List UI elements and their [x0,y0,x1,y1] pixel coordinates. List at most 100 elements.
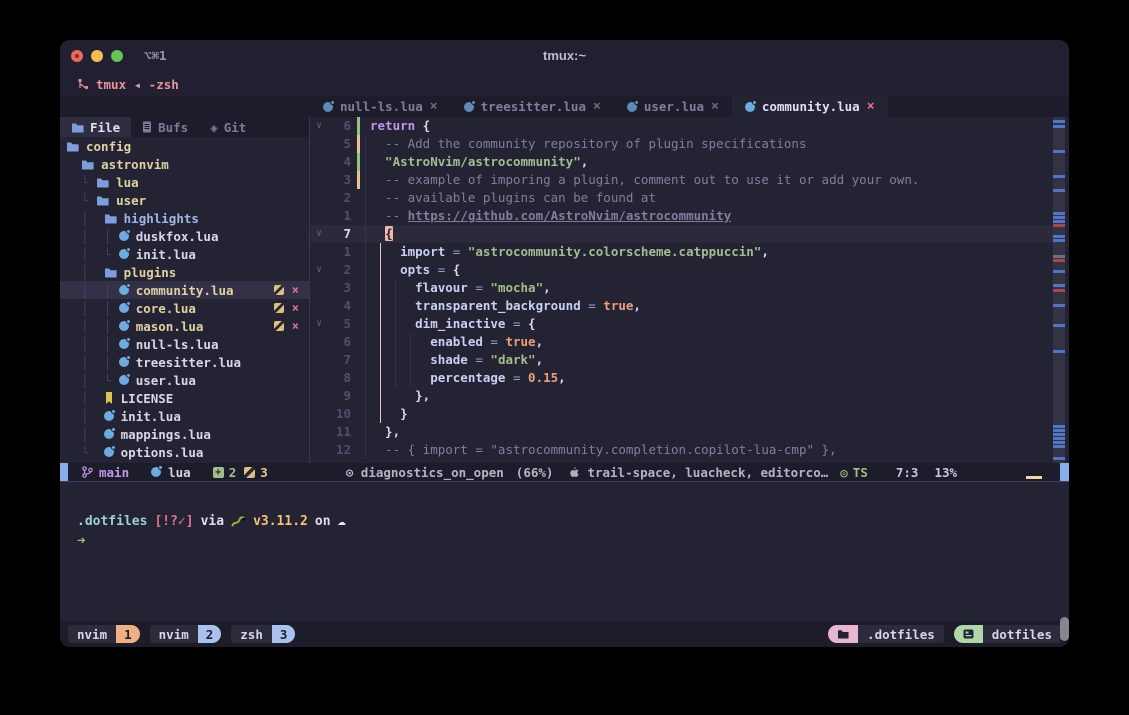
git-sign [357,369,360,387]
code-line[interactable]: 4 "AstroNvim/astrocommunity", [311,153,1053,171]
code-line[interactable]: 4 transparent_background = true, [311,297,1053,315]
buffer-tab-null-ls.lua[interactable]: null-ls.lua× [310,96,451,117]
code-token: enabled [370,334,483,349]
tree-item-label: lua [116,175,139,190]
tree-item-init.lua[interactable]: │ init.lua [60,407,309,425]
git-sign [357,171,360,189]
code-line[interactable]: 12 -- { import = "astrocommunity.complet… [311,441,1053,459]
tree-item-label: init.lua [136,247,196,262]
code-token: "astrocommunity.colorscheme.catppuccin" [468,244,762,259]
tree-item-config[interactable]: config [60,137,309,155]
code-line[interactable]: 1 import = "astrocommunity.colorscheme.c… [311,243,1053,261]
code-line[interactable]: 5 -- Add the community repository of plu… [311,135,1053,153]
fold-marker[interactable]: ∨ [311,117,327,135]
close-icon[interactable]: × [711,99,719,114]
tmux-status-label: .dotfiles [858,625,944,643]
code-token: = [430,262,453,277]
fold-marker[interactable]: ∨ [311,225,327,243]
scrollbar-mark [1053,239,1065,242]
tree-item-treesitter.lua[interactable]: │ │ treesitter.lua [60,353,309,371]
sidebar-tab-label: Git [224,120,247,135]
fold-marker[interactable]: ∨ [311,261,327,279]
buffer-tab-treesitter.lua[interactable]: treesitter.lua× [451,96,614,117]
code-line[interactable]: 3 -- example of imporing a plugin, comme… [311,171,1053,189]
tree-item-mason.lua[interactable]: │ │ mason.lua× [60,317,309,335]
tree-item-mappings.lua[interactable]: │ mappings.lua [60,425,309,443]
close-icon[interactable]: × [292,285,299,295]
code-line[interactable]: 3 flavour = "mocha", [311,279,1053,297]
code-line[interactable]: 11 }, [311,423,1053,441]
code-line[interactable]: ∨6return { [311,117,1053,135]
lua-icon [745,102,755,112]
tmux-status-label: dotfiles [983,625,1061,643]
code-token: "dark" [490,352,535,367]
code-line[interactable]: 10 } [311,405,1053,423]
git-branch-icon [82,466,93,478]
line-number: 6 [327,333,351,351]
lua-icon [627,102,637,112]
git-sign [357,261,360,279]
shell-pane[interactable]: .dotfiles [!?✓] via v3.11.2 on ☁ ➜ [60,482,1069,621]
tree-item-astronvim[interactable]: astronvim [60,155,309,173]
line-number: 12 [327,441,351,459]
tree-item-highlights[interactable]: │ highlights [60,209,309,227]
buffer-tab-community.lua[interactable]: community.lua× [732,96,888,117]
macos-scrollbar-thumb[interactable] [1060,617,1069,641]
modified-badge-icon [274,321,284,331]
fold-marker[interactable]: ∨ [311,315,327,333]
close-icon[interactable]: × [867,99,875,114]
sidebar-tab-git[interactable]: ◈ Git [199,117,257,137]
code-line[interactable]: 1 -- https://github.com/AstroNvim/astroc… [311,207,1053,225]
lua-icon [119,339,129,349]
tree-item-plugins[interactable]: │ plugins [60,263,309,281]
code-line[interactable]: ∨7 { [311,225,1053,243]
code-token: } [370,406,408,421]
tree-item-label: core.lua [136,301,196,316]
git-sign [357,441,360,459]
prompt-via: via [201,514,224,529]
code-editor[interactable]: ∨6return {5 -- Add the community reposit… [311,117,1053,463]
line-number: 5 [327,315,351,333]
code-text: "AstroNvim/astrocommunity", [370,153,588,171]
buffer-tab-user.lua[interactable]: user.lua× [614,96,732,117]
git-branch[interactable]: main [99,465,129,480]
tree-item-core.lua[interactable]: │ │ core.lua× [60,299,309,317]
close-icon[interactable]: × [292,303,299,313]
tree-item-null-ls.lua[interactable]: │ │ null-ls.lua [60,335,309,353]
code-line[interactable]: ∨2 opts = { [311,261,1053,279]
tmux-session-bar[interactable]: tmux ◂ -zsh [60,72,1069,96]
close-icon[interactable]: × [430,99,438,114]
code-token: flavour [370,280,468,295]
sidebar-tab-bufs[interactable]: Bufs [131,117,199,137]
scrollbar-mark [1053,255,1065,258]
git-diamond-icon: ◈ [210,120,218,135]
editor-scrollbar[interactable] [1053,117,1065,463]
close-icon[interactable]: × [593,99,601,114]
code-line[interactable]: 6 enabled = true, [311,333,1053,351]
tree-item-lua[interactable]: └ lua [60,173,309,191]
tree-item-duskfox.lua[interactable]: │ │ duskfox.lua [60,227,309,245]
tree-item-options.lua[interactable]: └ options.lua [60,443,309,461]
tmux-window-1[interactable]: nvim1 [68,625,140,643]
tmux-window-3[interactable]: zsh3 [231,625,295,643]
window-title: tmux:~ [60,48,1069,63]
tree-item-user.lua[interactable]: │ └ user.lua [60,371,309,389]
code-token: -- available plugins can be found at [370,190,656,205]
code-line[interactable]: ∨5 dim_inactive = { [311,315,1053,333]
code-token: 0.15 [528,370,558,385]
tree-item-user[interactable]: └ user [60,191,309,209]
tmux-window-2[interactable]: nvim2 [150,625,222,643]
git-sign [357,117,360,135]
sidebar-tab-file[interactable]: File [60,117,131,137]
tree-item-init.lua[interactable]: │ └ init.lua [60,245,309,263]
scrollbar-mark [1053,259,1065,262]
tree-item-LICENSE[interactable]: │ LICENSE [60,389,309,407]
tree-item-community.lua[interactable]: │ │ community.lua× [60,281,309,299]
code-line[interactable]: 9 }, [311,387,1053,405]
close-icon[interactable]: × [292,321,299,331]
code-line[interactable]: 2 -- available plugins can be found at [311,189,1053,207]
scrollbar-mark [1053,433,1065,436]
tree-item-label: LICENSE [121,391,174,406]
code-line[interactable]: 8 percentage = 0.15, [311,369,1053,387]
code-line[interactable]: 7 shade = "dark", [311,351,1053,369]
